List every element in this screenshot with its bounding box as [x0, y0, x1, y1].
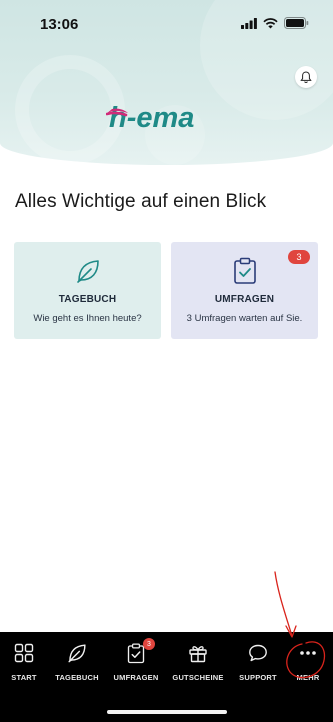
tab-mehr[interactable]: MEHR	[278, 642, 333, 682]
tab-tagebuch[interactable]: TAGEBUCH	[47, 642, 107, 682]
battery-icon	[284, 17, 309, 29]
tab-label: SUPPORT	[239, 673, 277, 682]
more-dots-icon	[300, 651, 316, 655]
clipboard-check-icon	[233, 257, 256, 284]
tab-badge: 3	[143, 638, 155, 650]
surveys-count-badge: 3	[288, 250, 310, 264]
surveys-card[interactable]: 3 UMFRAGEN 3 Umfragen warten auf Sie.	[171, 242, 318, 339]
svg-text:h-ema: h-ema	[109, 102, 194, 134]
card-subtitle: Wie geht es Ihnen heute?	[33, 313, 142, 324]
tab-label: TAGEBUCH	[55, 673, 99, 682]
bell-icon	[300, 70, 312, 83]
tab-start[interactable]: START	[0, 642, 54, 682]
status-bar: 13:06	[0, 0, 333, 48]
card-title: UMFRAGEN	[214, 294, 275, 305]
gift-icon	[189, 646, 207, 663]
diary-card[interactable]: TAGEBUCH Wie geht es Ihnen heute?	[14, 242, 161, 339]
page-headline: Alles Wichtige auf einen Blick	[15, 191, 267, 212]
leaf-icon	[68, 644, 86, 663]
tab-label: GUTSCHEINE	[172, 673, 224, 682]
bottom-tab-bar: START TAGEBUCH 3 UMFRAGEN GUTSCHEINE SUP…	[0, 632, 333, 722]
status-icons	[241, 17, 309, 29]
chat-bubble-icon	[249, 644, 267, 662]
tab-gutscheine[interactable]: GUTSCHEINE	[168, 642, 228, 682]
tab-label: UMFRAGEN	[113, 673, 159, 682]
tab-umfragen[interactable]: 3 UMFRAGEN	[106, 638, 166, 682]
signal-icon	[241, 17, 257, 29]
card-title: TAGEBUCH	[58, 294, 117, 305]
notifications-button[interactable]	[295, 66, 317, 88]
card-subtitle: 3 Umfragen warten auf Sie.	[186, 313, 303, 324]
grid-icon	[14, 643, 34, 663]
wifi-icon	[263, 17, 278, 28]
h-ema-logo: h-ema	[106, 102, 194, 134]
tab-label: START	[11, 673, 37, 682]
status-time: 13:06	[40, 16, 79, 33]
home-indicator	[107, 710, 227, 714]
leaf-icon	[76, 260, 99, 283]
tab-label: MEHR	[296, 673, 320, 682]
